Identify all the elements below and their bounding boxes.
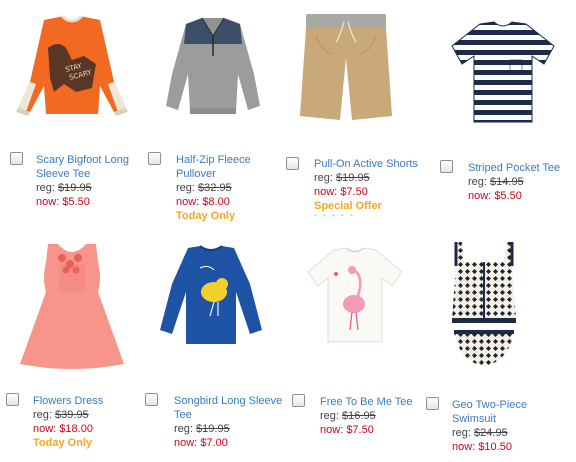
divider-dots: • • • • • — [314, 213, 355, 219]
sale-price: now: $5.50 — [468, 190, 522, 202]
promo-badge: Today Only — [176, 210, 236, 222]
sale-price: now: $5.50 — [36, 196, 90, 208]
product-compare-checkbox[interactable] — [148, 152, 161, 165]
product-name-link[interactable]: Free To Be Me Tee — [320, 395, 420, 409]
product-name-link[interactable]: Songbird Long Sleeve Tee — [174, 394, 284, 422]
regular-price: reg: $19.95 — [36, 182, 92, 194]
regular-price: reg: $19.95 — [314, 172, 370, 184]
regular-price: reg: $39.95 — [33, 409, 89, 421]
product-info: Songbird Long Sleeve Tee reg: $19.95 now… — [174, 394, 284, 450]
product-image-bigfoot-tee[interactable]: STAY SCARY — [14, 12, 130, 118]
sale-price: now: $18.00 — [33, 423, 93, 435]
product-info: Pull-On Active Shorts reg: $19.95 now: $… — [314, 157, 424, 219]
product-name-link[interactable]: Half-Zip Fleece Pullover — [176, 153, 280, 181]
product-compare-checkbox[interactable] — [10, 152, 23, 165]
sale-price: now: $7.00 — [174, 437, 228, 449]
regular-price: reg: $14.95 — [468, 176, 524, 188]
regular-price: reg: $24.95 — [452, 427, 508, 439]
promo-badge: Special Offer — [314, 200, 382, 212]
promo-badge: Today Only — [33, 437, 93, 449]
product-name-link[interactable]: Pull-On Active Shorts — [314, 157, 424, 171]
sale-price: now: $10.50 — [452, 441, 512, 453]
regular-price: reg: $16.95 — [320, 410, 376, 422]
product-name-link[interactable]: Striped Pocket Tee — [468, 161, 568, 175]
product-image-active-shorts[interactable] — [296, 12, 396, 122]
product-compare-checkbox[interactable] — [6, 393, 19, 406]
product-image-free-to-be-me-tee[interactable] — [306, 246, 404, 344]
product-compare-checkbox[interactable] — [292, 394, 305, 407]
product-info: Half-Zip Fleece Pullover reg: $32.95 now… — [176, 153, 280, 223]
sale-price: now: $8.00 — [176, 196, 230, 208]
product-info: Flowers Dress reg: $39.95 now: $18.00 To… — [33, 394, 141, 450]
product-compare-checkbox[interactable] — [440, 160, 453, 173]
product-image-striped-tee[interactable] — [450, 20, 556, 124]
sale-price: now: $7.50 — [314, 186, 368, 198]
product-image-geo-swimsuit[interactable] — [450, 240, 518, 368]
product-name-link[interactable]: Flowers Dress — [33, 394, 141, 408]
product-image-fleece-pullover[interactable] — [158, 14, 268, 118]
product-info: Striped Pocket Tee reg: $14.95 now: $5.5… — [468, 161, 568, 203]
sale-price: now: $7.50 — [320, 424, 374, 436]
product-compare-checkbox[interactable] — [426, 397, 439, 410]
product-info: Scary Bigfoot Long Sleeve Tee reg: $19.9… — [36, 153, 140, 209]
product-info: Geo Two-Piece Swimsuit reg: $24.95 now: … — [452, 398, 556, 454]
product-name-link[interactable]: Scary Bigfoot Long Sleeve Tee — [36, 153, 140, 181]
regular-price: reg: $32.95 — [176, 182, 232, 194]
product-name-link[interactable]: Geo Two-Piece Swimsuit — [452, 398, 556, 426]
regular-price: reg: $19.95 — [174, 423, 230, 435]
product-compare-checkbox[interactable] — [145, 393, 158, 406]
product-info: Free To Be Me Tee reg: $16.95 now: $7.50 — [320, 395, 420, 437]
product-compare-checkbox[interactable] — [286, 157, 299, 170]
product-image-flowers-dress[interactable] — [18, 242, 126, 370]
product-image-songbird-tee[interactable] — [156, 244, 266, 348]
